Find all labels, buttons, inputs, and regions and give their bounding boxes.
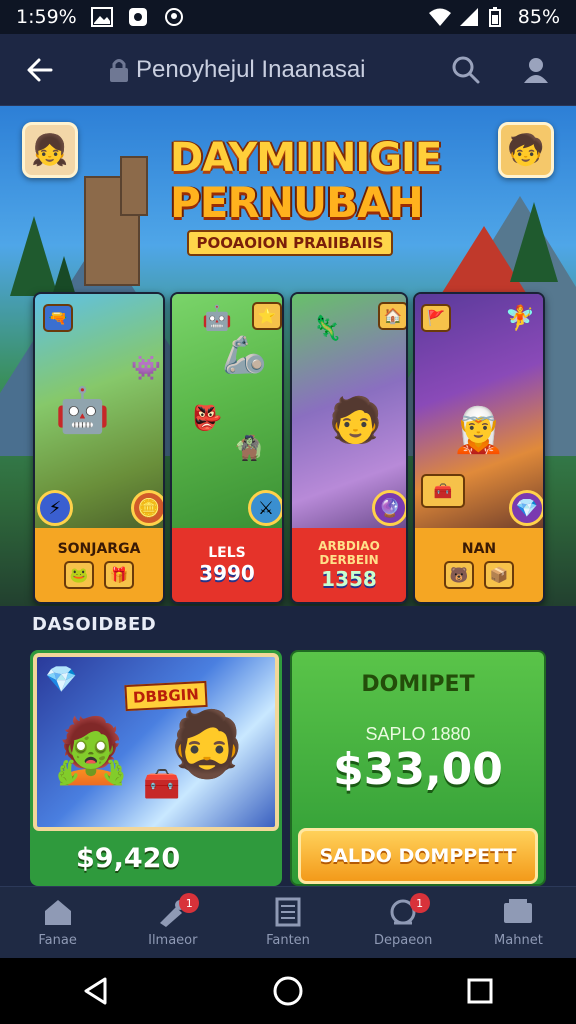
coin-badge-icon: 🪙 bbox=[131, 490, 163, 526]
promo-artwork: DBBGIN 🧟 🧔 💎 🧰 bbox=[33, 653, 279, 831]
promo-price: $9,420 bbox=[76, 843, 181, 874]
list-icon bbox=[275, 897, 301, 927]
fairy-icon: 🧚 bbox=[505, 304, 535, 332]
nav-label: Fanae bbox=[38, 933, 77, 948]
chest-icon: 🧰 bbox=[143, 767, 181, 802]
back-button[interactable] bbox=[20, 50, 60, 90]
game-card-1[interactable]: 🔫 🤖 👾 ⚡ 🪙 SONJARGA 🐸 🎁 bbox=[33, 292, 165, 604]
game-card-label: NAN bbox=[461, 541, 497, 557]
battery-icon bbox=[488, 7, 510, 27]
nav-item-wallet[interactable]: Mahnet bbox=[461, 887, 576, 958]
game-card-label: ARBDIAO DERBEIN bbox=[318, 539, 380, 567]
app-screen: 1:59% 85% Penoyhejul Inaanasai 👧 🧒 DAYMI… bbox=[0, 0, 576, 1024]
battery-percent: 85% bbox=[517, 6, 560, 28]
badge-icon: 🏠 bbox=[378, 302, 406, 330]
status-time: 1:59% bbox=[16, 6, 77, 28]
flag-icon: 🚩 bbox=[421, 304, 451, 332]
nav-item-promo[interactable]: 1 Ilmaeor bbox=[115, 887, 230, 958]
warrior-character: 🧝 bbox=[451, 405, 506, 456]
weapon-icon: 🔫 bbox=[43, 304, 73, 332]
logo-tagline: POOAOION PRAIIBAIIS bbox=[186, 230, 394, 256]
bottom-nav: Fanae 1 Ilmaeor Fanten 1 Depaeon Mahnet bbox=[0, 886, 576, 958]
mech-character: 🦾 bbox=[222, 335, 267, 376]
location-notification-icon bbox=[163, 7, 185, 27]
nav-label: Fanten bbox=[266, 933, 310, 948]
signal-icon bbox=[458, 7, 480, 27]
item-icon: 📦 bbox=[484, 561, 514, 589]
hero-character: 🧑 bbox=[328, 395, 383, 446]
monster-icon: 🐸 bbox=[64, 561, 94, 589]
user-icon bbox=[524, 57, 548, 83]
wallet-title: DOMIPET bbox=[361, 672, 475, 697]
logo-line-1: DAYMIINIGIE bbox=[170, 135, 442, 181]
goblin-character: 👺 bbox=[192, 404, 222, 432]
magic-badge-icon: 🔮 bbox=[372, 490, 406, 526]
game-card-value: 3990 bbox=[199, 561, 255, 585]
goblin-character: 🧌 bbox=[234, 434, 264, 462]
game-card-value: 1358 bbox=[321, 567, 377, 591]
app-notification-icon bbox=[127, 7, 149, 27]
tree-decoration bbox=[510, 202, 558, 282]
nav-item-deposit[interactable]: 1 Depaeon bbox=[346, 887, 461, 958]
circle-home-icon bbox=[273, 976, 303, 1006]
wallet-subtitle: SAPLO 1880 bbox=[365, 724, 471, 744]
power-badge-icon: ⚡ bbox=[37, 490, 73, 526]
triangle-back-icon bbox=[84, 977, 107, 1005]
search-icon bbox=[452, 56, 480, 83]
page-title: Penoyhejul Inaanasai bbox=[136, 55, 366, 83]
page-title-wrapper: Penoyhejul Inaanasai bbox=[108, 56, 366, 84]
player-avatar-left[interactable]: 👧 bbox=[22, 122, 78, 178]
lock-icon bbox=[110, 58, 128, 82]
wallet-icon bbox=[504, 899, 533, 923]
nav-label: Depaeon bbox=[374, 933, 433, 948]
profile-button[interactable] bbox=[516, 50, 556, 90]
game-card-label: LELS bbox=[208, 545, 246, 561]
nav-label: Ilmaeor bbox=[148, 933, 198, 948]
system-home-button[interactable] bbox=[258, 961, 318, 1021]
sword-badge-icon: ⚔ bbox=[248, 490, 282, 526]
monster-icon: 🐻 bbox=[444, 561, 474, 589]
orc-character: 🧟 bbox=[51, 714, 131, 788]
search-button[interactable] bbox=[446, 50, 486, 90]
system-recents-button[interactable] bbox=[450, 961, 510, 1021]
logo-line-2: PERNUBAH bbox=[170, 178, 424, 227]
game-card-label: SONJARGA bbox=[57, 541, 141, 557]
app-bar: Penoyhejul Inaanasai bbox=[0, 34, 576, 106]
gem-badge-icon: 💎 bbox=[509, 490, 543, 526]
system-back-button[interactable] bbox=[66, 961, 126, 1021]
status-bar: 1:59% 85% bbox=[0, 0, 576, 34]
nav-item-home[interactable]: Fanae bbox=[0, 887, 115, 958]
badge-icon: ⭐ bbox=[252, 302, 282, 330]
section-title: DASOIDBED bbox=[32, 614, 157, 635]
arrow-left-icon bbox=[27, 58, 53, 81]
castle-tower-decoration bbox=[120, 156, 148, 216]
wallet-card: DOMIPET SAPLO 1880 $33,00 SALDO DOMPPETT bbox=[290, 650, 546, 886]
nav-item-list[interactable]: Fanten bbox=[230, 887, 345, 958]
knight-character: 🤖 bbox=[55, 385, 110, 436]
square-recents-icon bbox=[467, 978, 493, 1004]
nav-label: Mahnet bbox=[494, 933, 543, 948]
player-avatar-right[interactable]: 🧒 bbox=[498, 122, 554, 178]
creature-icon: 🦎 bbox=[312, 314, 342, 342]
game-card-4[interactable]: 🚩 🧚 🧝 🧰 💎 NAN 🐻 📦 bbox=[413, 292, 545, 604]
wifi-icon bbox=[428, 7, 451, 27]
treasure-chest-icon: 🧰 bbox=[421, 474, 465, 508]
game-logo: DAYMIINIGIE PERNUBAH POOAOION PRAIIBAIIS bbox=[170, 135, 442, 256]
gem-icon: 💎 bbox=[45, 665, 78, 695]
gallery-notification-icon bbox=[90, 7, 113, 27]
system-nav-bar bbox=[0, 958, 576, 1024]
enemy-character: 👾 bbox=[131, 354, 161, 382]
item-icon: 🎁 bbox=[104, 561, 134, 589]
game-card-3[interactable]: 🏠 🦎 🧑 🔮 ARBDIAO DERBEIN 1358 bbox=[290, 292, 408, 604]
game-card-2[interactable]: ⭐ 🤖 🦾 👺 🧌 ⚔ LELS 3990 bbox=[170, 292, 284, 604]
wallet-balance-button[interactable]: SALDO DOMPPETT bbox=[298, 828, 538, 884]
hero-banner: 👧 🧒 DAYMIINIGIE PERNUBAH POOAOION PRAIIB… bbox=[0, 106, 576, 606]
notification-badge: 1 bbox=[179, 893, 200, 913]
wallet-balance: $33,00 bbox=[333, 744, 503, 795]
robot-icon: 🤖 bbox=[202, 304, 232, 332]
promo-card[interactable]: DBBGIN 🧟 🧔 💎 🧰 $9,420 bbox=[30, 650, 282, 886]
notification-badge: 1 bbox=[409, 893, 430, 913]
home-icon bbox=[44, 900, 71, 925]
